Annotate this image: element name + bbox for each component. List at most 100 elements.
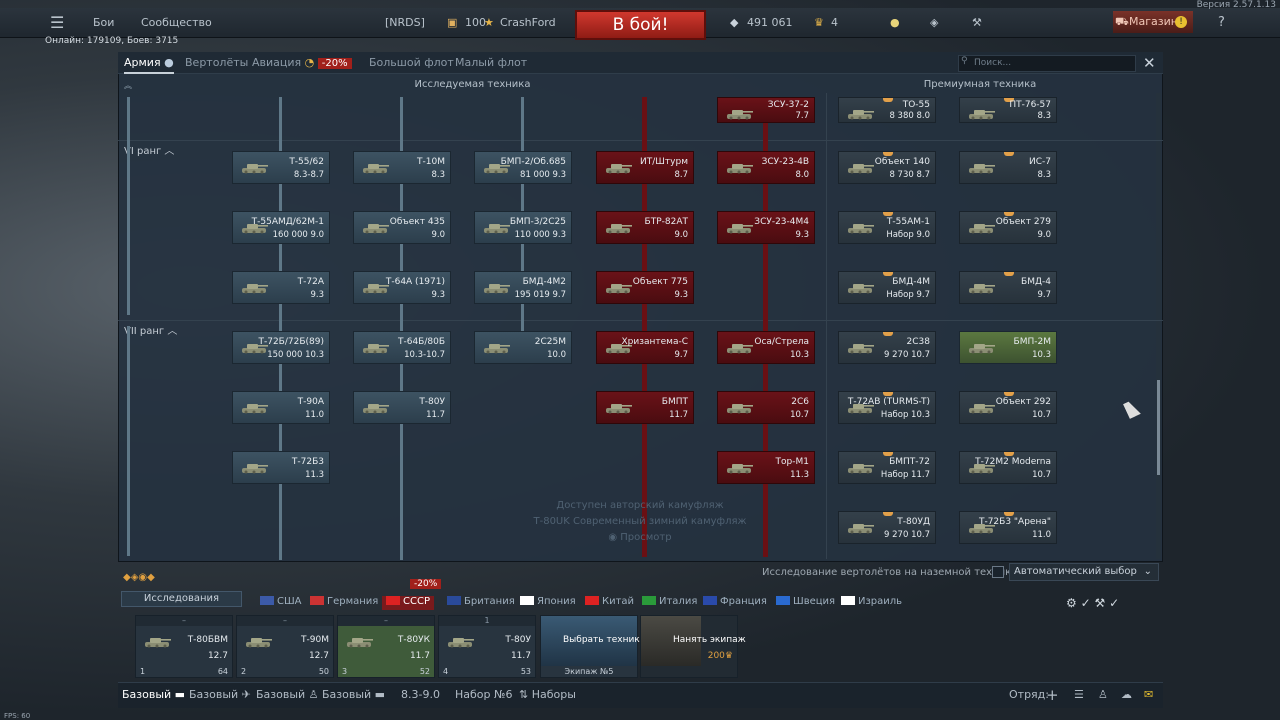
- vehicle-card[interactable]: Объект 292 10.7: [959, 391, 1057, 424]
- preset-air[interactable]: Базовый ✈: [189, 682, 251, 708]
- vehicle-card[interactable]: БМПТ-72 Набор 11.7: [838, 451, 936, 484]
- vehicle-card[interactable]: БМД-4 9.7: [959, 271, 1057, 304]
- check-icon[interactable]: ✓: [1109, 596, 1119, 610]
- crew-slot[interactable]: – Т-80УК 11.7 3 52: [337, 615, 435, 678]
- scrollbar-thumb[interactable]: [1157, 380, 1160, 475]
- decal-icon[interactable]: ◈: [930, 8, 938, 38]
- vehicle-card[interactable]: БМП-2/Об.685 81 000 9.3: [474, 151, 572, 184]
- vehicle-card[interactable]: Т-72М2 Moderna 10.7: [959, 451, 1057, 484]
- lightbulb-icon[interactable]: ●: [890, 8, 900, 38]
- nation-tab[interactable]: США: [260, 596, 302, 610]
- vehicle-card[interactable]: Т-55/62 8.3-8.7: [232, 151, 330, 184]
- crew-slot[interactable]: – Т-80БВМ 12.7 1 64: [135, 615, 233, 678]
- vehicle-card[interactable]: Т-10М 8.3: [353, 151, 451, 184]
- nation-tab[interactable]: Британия: [447, 596, 515, 610]
- helicopter-research-checkbox[interactable]: [992, 566, 1004, 578]
- mail-icon[interactable]: ✉: [1144, 682, 1153, 708]
- help-icon[interactable]: ?: [1218, 8, 1225, 38]
- vehicle-card[interactable]: Т-80У 11.7: [353, 391, 451, 424]
- rank-7-label[interactable]: VII ранг ︿: [124, 322, 177, 337]
- vehicle-card[interactable]: БМП-3/2С25 110 000 9.3: [474, 211, 572, 244]
- hire-crew-slot[interactable]: Нанять экипаж 200♛: [640, 615, 746, 678]
- collapse-icon[interactable]: ︽: [124, 80, 132, 91]
- vehicle-card[interactable]: ЗСУ-23-4В 8.0: [717, 151, 815, 184]
- vehicle-card[interactable]: 2С25М 10.0: [474, 331, 572, 364]
- vehicle-card[interactable]: БМД-4М2 195 019 9.7: [474, 271, 572, 304]
- rank-6-label[interactable]: VI ранг ︿: [124, 142, 174, 157]
- battles-menu[interactable]: Бои: [93, 8, 114, 38]
- vehicle-card[interactable]: 2С6 10.7: [717, 391, 815, 424]
- camo-preview-link[interactable]: ◉ Просмотр: [520, 530, 760, 546]
- add-squad-icon[interactable]: +: [1046, 682, 1059, 708]
- nation-tab[interactable]: Италия: [642, 596, 697, 610]
- chat-icon[interactable]: ☁: [1121, 682, 1132, 708]
- vehicle-card[interactable]: БМД-4М Набор 9.7: [838, 271, 936, 304]
- vehicle-card[interactable]: Т-72АВ (TURMS-T) Набор 10.3: [838, 391, 936, 424]
- research-button[interactable]: Исследования: [121, 591, 242, 607]
- crew-slot[interactable]: – Т-90М 12.7 2 50: [236, 615, 334, 678]
- scrollbar-track[interactable]: [1156, 93, 1161, 559]
- vehicle-card[interactable]: Т-64А (1971) 9.3: [353, 271, 451, 304]
- tab-coastal-fleet[interactable]: Малый флот: [455, 52, 527, 74]
- nation-tab[interactable]: Израиль: [841, 596, 902, 610]
- nation-tab[interactable]: Япония: [520, 596, 576, 610]
- vehicle-card[interactable]: ЗСУ-37-2 7.7: [717, 97, 815, 123]
- avatar[interactable]: ▣: [447, 8, 457, 38]
- vehicle-card[interactable]: Т-72А 9.3: [232, 271, 330, 304]
- vehicle-card[interactable]: Т-80УД 9 270 10.7: [838, 511, 936, 544]
- tab-army[interactable]: Армия ●: [124, 52, 174, 74]
- vehicle-card[interactable]: БТР-82АТ 9.0: [596, 211, 694, 244]
- nation-tab[interactable]: СССР: [382, 596, 434, 610]
- list-icon[interactable]: ☰: [1074, 682, 1084, 708]
- vehicle-card[interactable]: Объект 775 9.3: [596, 271, 694, 304]
- wrench-icon[interactable]: ⚒: [972, 8, 982, 38]
- repair-icon[interactable]: ⚒: [1094, 596, 1105, 610]
- vehicle-card[interactable]: ПТ-76-57 8.3: [959, 97, 1057, 123]
- preset-name[interactable]: Набор №6: [455, 682, 512, 708]
- player-name[interactable]: CrashFord: [500, 8, 556, 38]
- vehicle-card[interactable]: Т-72Б/72Б(89) 150 000 10.3: [232, 331, 330, 364]
- crew-slot[interactable]: 1 Т-80У 11.7 4 53: [438, 615, 536, 678]
- to-battle-button[interactable]: В бой!: [575, 10, 706, 40]
- vehicle-card[interactable]: ЗСУ-23-4М4 9.3: [717, 211, 815, 244]
- close-icon[interactable]: ✕: [1143, 54, 1156, 72]
- tab-helicopters[interactable]: Вертолёты: [185, 52, 248, 74]
- vehicle-card[interactable]: Объект 435 9.0: [353, 211, 451, 244]
- vehicle-card[interactable]: Т-90А 11.0: [232, 391, 330, 424]
- auto-select-dropdown[interactable]: Автоматический выбор ⌄: [1009, 563, 1159, 581]
- wrench-check-icon[interactable]: ✓: [1081, 596, 1091, 610]
- vehicle-card[interactable]: Тор-М1 11.3: [717, 451, 815, 484]
- vehicle-card[interactable]: Т-55АМД/62М-1 160 000 9.0: [232, 211, 330, 244]
- friends-icon[interactable]: ♙: [1098, 682, 1108, 708]
- vehicle-card[interactable]: БМП-2М 10.3: [959, 331, 1057, 364]
- vehicle-card[interactable]: Объект 140 8 730 8.7: [838, 151, 936, 184]
- vehicle-card[interactable]: БМПТ 11.7: [596, 391, 694, 424]
- vehicle-card[interactable]: Т-64Б/80Б 10.3-10.7: [353, 331, 451, 364]
- search-input[interactable]: Поиск...: [958, 55, 1136, 72]
- tab-bluewater-fleet[interactable]: Большой флот: [369, 52, 454, 74]
- nation-tab[interactable]: Швеция: [776, 596, 835, 610]
- nation-tab[interactable]: Германия: [310, 596, 378, 610]
- vehicle-card[interactable]: Т-72Б3 "Арена" 11.0: [959, 511, 1057, 544]
- vehicle-card[interactable]: ТО-55 8 380 8.0: [838, 97, 936, 123]
- nation-tab[interactable]: Франция: [703, 596, 767, 610]
- shop-button[interactable]: Магазин ⛟!: [1113, 11, 1193, 33]
- gear-icon[interactable]: ⚙: [1066, 596, 1077, 610]
- vehicle-card[interactable]: Объект 279 9.0: [959, 211, 1057, 244]
- vehicle-card[interactable]: 2С38 9 270 10.7: [838, 331, 936, 364]
- vehicle-card[interactable]: Т-55АМ-1 Набор 9.0: [838, 211, 936, 244]
- presets-button[interactable]: ⇅ Наборы: [519, 682, 576, 708]
- vehicle-card[interactable]: Хризантема-С 9.7: [596, 331, 694, 364]
- hamburger-icon[interactable]: ☰: [50, 8, 64, 38]
- vehicle-card[interactable]: Т-72Б3 11.3: [232, 451, 330, 484]
- tab-aviation[interactable]: Авиация ◔ -20%: [252, 52, 352, 74]
- vehicle-card[interactable]: ИТ/Штурм 8.7: [596, 151, 694, 184]
- preset-ground[interactable]: Базовый ▬: [122, 682, 185, 708]
- preset-heli[interactable]: Базовый ♙: [256, 682, 319, 708]
- vehicle-card[interactable]: Оса/Стрела 10.3: [717, 331, 815, 364]
- preset-naval[interactable]: Базовый ▬: [322, 682, 385, 708]
- vehicle-card[interactable]: ИС-7 8.3: [959, 151, 1057, 184]
- community-menu[interactable]: Сообщество: [141, 8, 212, 38]
- choose-vehicle-slot[interactable]: Выбрать технику Экипаж №5: [540, 615, 645, 678]
- nation-tab[interactable]: Китай: [585, 596, 634, 610]
